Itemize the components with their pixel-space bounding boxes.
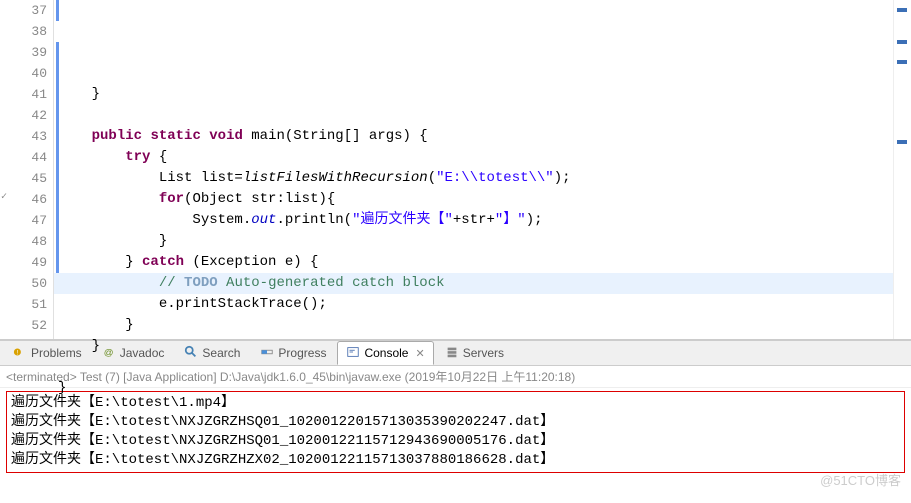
code-line[interactable] (54, 357, 893, 378)
code-line[interactable]: } (54, 336, 893, 357)
marker-slot (0, 315, 12, 336)
line-number: 40 (12, 63, 47, 84)
marker-slot (0, 63, 12, 84)
code-line[interactable]: } (54, 84, 893, 105)
marker-gutter (0, 0, 12, 339)
line-number: 45 (12, 168, 47, 189)
marker-slot (0, 105, 12, 126)
line-number: 47 (12, 210, 47, 231)
code-line[interactable]: } catch (Exception e) { (54, 252, 893, 273)
code-area[interactable]: } public static void main(String[] args)… (54, 0, 893, 339)
marker-slot (0, 168, 12, 189)
problems-icon: ! (13, 345, 27, 362)
code-line[interactable] (54, 105, 893, 126)
line-number: 43 (12, 126, 47, 147)
line-number: 39 (12, 42, 47, 63)
svg-text:!: ! (17, 349, 19, 356)
code-line[interactable]: } (54, 378, 893, 399)
marker-slot (0, 126, 12, 147)
line-number: 41 (12, 84, 47, 105)
code-line[interactable]: } (54, 231, 893, 252)
code-line[interactable]: try { (54, 147, 893, 168)
code-line[interactable]: public static void main(String[] args) { (54, 126, 893, 147)
marker-slot (0, 84, 12, 105)
code-line[interactable]: System.out.println("遍历文件夹【"+str+"】"); (54, 210, 893, 231)
code-line[interactable]: for(Object str:list){ (54, 189, 893, 210)
marker-slot (0, 21, 12, 42)
marker-slot (0, 252, 12, 273)
line-number: 38 (12, 21, 47, 42)
line-number: 51 (12, 294, 47, 315)
console-line: 遍历文件夹【E:\totest\NXJZGRZHSQ01_10200122115… (11, 432, 900, 451)
line-number: 44 (12, 147, 47, 168)
overview-ruler[interactable] (893, 0, 911, 339)
marker-slot (0, 147, 12, 168)
code-line[interactable] (54, 399, 893, 420)
code-line[interactable]: List list=listFilesWithRecursion("E:\\to… (54, 168, 893, 189)
fold-indicator (56, 0, 59, 21)
line-number: 52 (12, 315, 47, 336)
code-editor[interactable]: 37383940414243444546474849505152 } publi… (0, 0, 911, 340)
line-number: 46 (12, 189, 47, 210)
code-line[interactable]: e.printStackTrace(); (54, 294, 893, 315)
line-number: 42 (12, 105, 47, 126)
fold-indicator (56, 42, 59, 273)
marker-slot (0, 210, 12, 231)
task-marker-icon (0, 189, 12, 210)
line-number: 37 (12, 0, 47, 21)
marker-slot (0, 42, 12, 63)
line-number: 49 (12, 252, 47, 273)
line-number-gutter: 37383940414243444546474849505152 (12, 0, 54, 339)
marker-slot (0, 231, 12, 252)
marker-slot (0, 294, 12, 315)
code-line[interactable]: // TODO Auto-generated catch block (54, 273, 893, 294)
marker-slot (0, 0, 12, 21)
console-line: 遍历文件夹【E:\totest\NXJZGRZHZX02_10200122115… (11, 451, 900, 470)
code-line[interactable]: } (54, 315, 893, 336)
line-number: 48 (12, 231, 47, 252)
watermark: @51CTO博客 (820, 470, 901, 489)
line-number: 50 (12, 273, 47, 294)
marker-slot (0, 273, 12, 294)
